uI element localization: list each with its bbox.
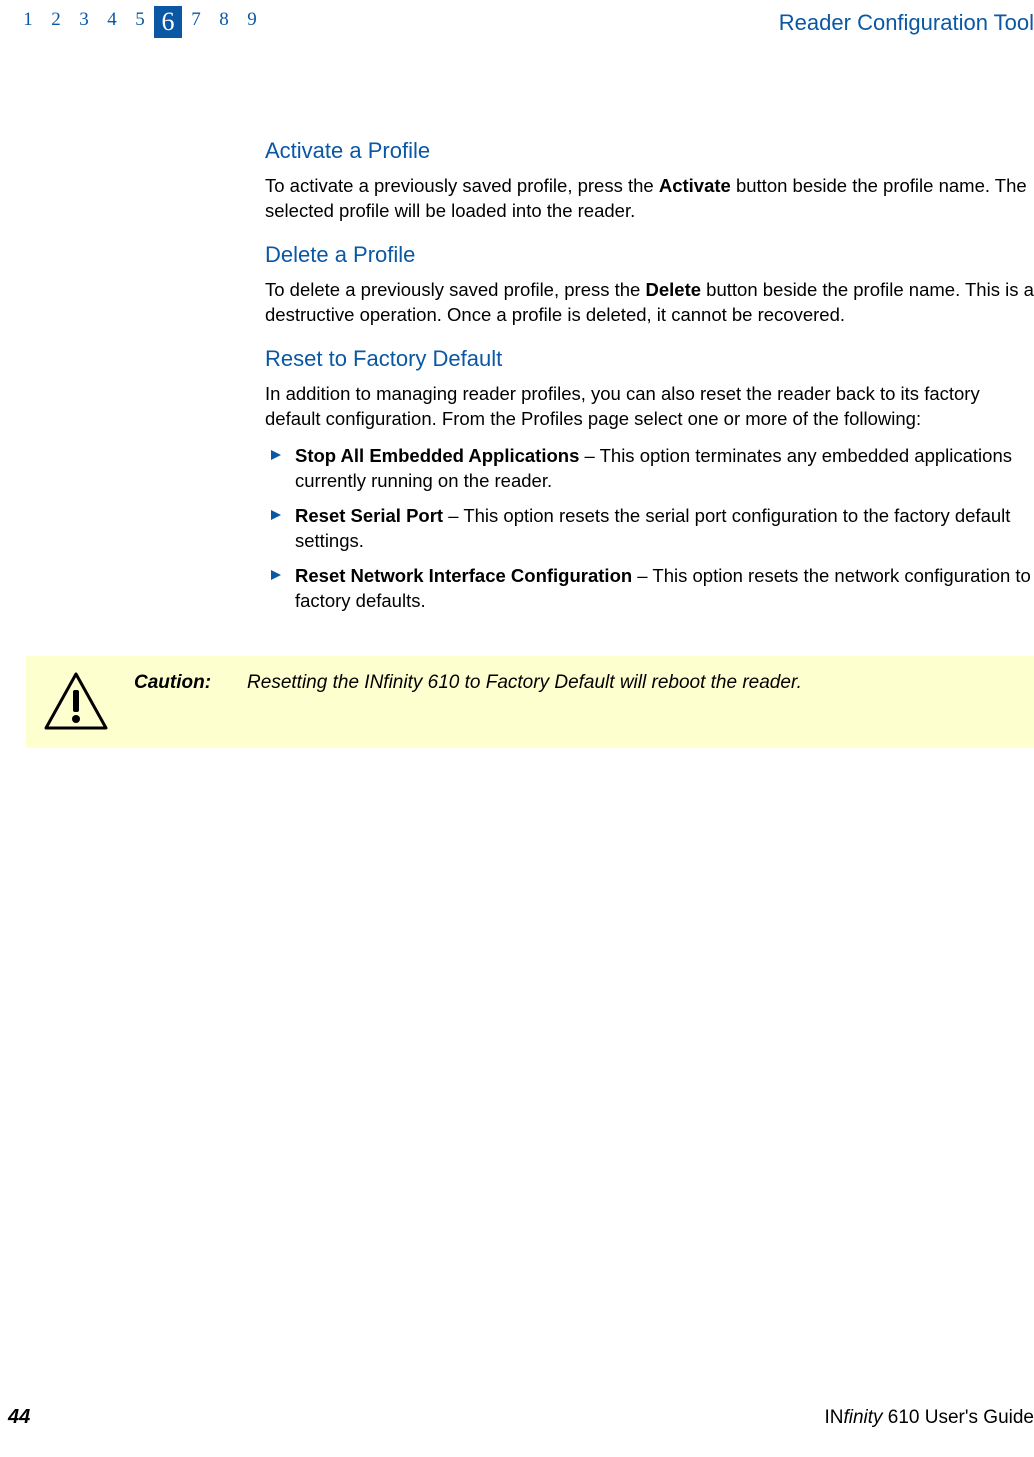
list-item: Reset Serial Port – This option resets t…: [265, 504, 1034, 554]
caution-text: Resetting the INfinity 610 to Factory De…: [231, 670, 802, 694]
page-number: 44: [8, 1406, 30, 1429]
list-item: Reset Network Interface Configuration – …: [265, 564, 1034, 614]
chapter-link-3[interactable]: 3: [70, 6, 98, 38]
bullet-arrow-icon: [269, 508, 283, 522]
bullet-arrow-icon: [269, 448, 283, 462]
text-reset-intro: In addition to managing reader profiles,…: [265, 382, 1034, 432]
text-activate-profile: To activate a previously saved profile, …: [265, 174, 1034, 224]
chapter-link-5[interactable]: 5: [126, 6, 154, 38]
page-header: 1 2 3 4 5 6 7 8 9 Reader Configuration T…: [0, 0, 1034, 38]
chapter-link-4[interactable]: 4: [98, 6, 126, 38]
header-title: Reader Configuration Tool: [779, 6, 1034, 36]
chapter-link-1[interactable]: 1: [14, 6, 42, 38]
footer-title: INfinity 610 User's Guide: [824, 1407, 1034, 1429]
caution-icon: [44, 672, 108, 730]
chapter-link-7[interactable]: 7: [182, 6, 210, 38]
main-content: Activate a Profile To activate a previou…: [0, 38, 1034, 614]
caution-callout: Caution: Resetting the INfinity 610 to F…: [26, 656, 1034, 748]
chapter-link-2[interactable]: 2: [42, 6, 70, 38]
text-delete-profile: To delete a previously saved profile, pr…: [265, 278, 1034, 328]
chapter-link-8[interactable]: 8: [210, 6, 238, 38]
reset-options-list: Stop All Embedded Applications – This op…: [265, 444, 1034, 614]
heading-activate-profile: Activate a Profile: [265, 138, 1034, 164]
heading-reset-factory: Reset to Factory Default: [265, 346, 1034, 372]
chapter-navigation: 1 2 3 4 5 6 7 8 9: [14, 6, 266, 38]
chapter-link-9[interactable]: 9: [238, 6, 266, 38]
page-footer: 44 INfinity 610 User's Guide: [0, 1406, 1034, 1429]
list-item: Stop All Embedded Applications – This op…: [265, 444, 1034, 494]
heading-delete-profile: Delete a Profile: [265, 242, 1034, 268]
caution-label: Caution:: [128, 670, 211, 694]
bullet-arrow-icon: [269, 568, 283, 582]
chapter-current: 6: [154, 6, 182, 38]
